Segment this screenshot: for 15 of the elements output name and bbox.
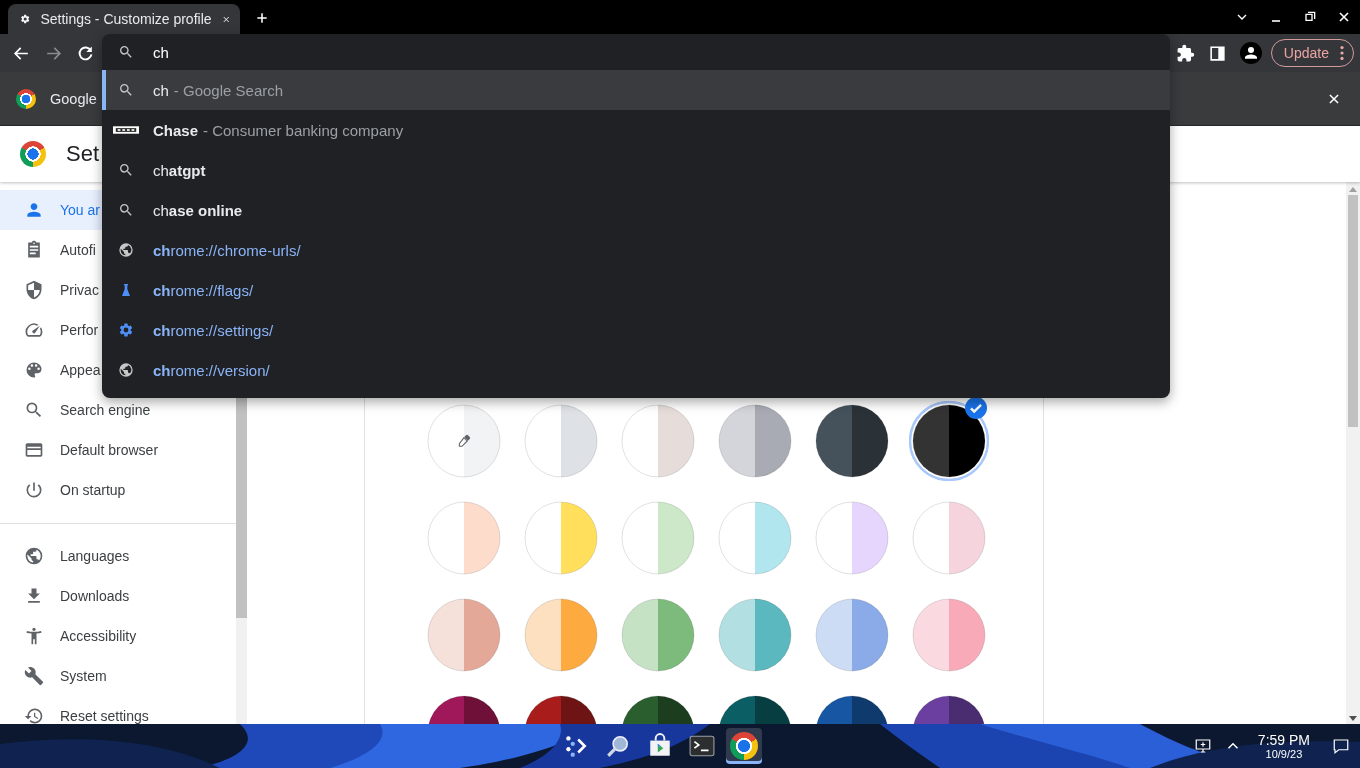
suggestion-url: chrome://chrome-urls/ [153,241,301,259]
tab-title: Settings - Customize profile [40,11,212,27]
clock-date: 10/9/23 [1265,748,1303,760]
clock-time: 7:59 PM [1257,732,1310,748]
suggestion-text: ch [153,81,169,99]
infobar-text: Google [50,90,97,107]
suggestion-text: Chase [153,121,199,139]
suggestion-text: chase online [153,201,243,219]
suggestion-url: chrome://settings/ [153,321,274,339]
suggestion-url: chrome://flags/ [153,281,254,299]
page-title: Set [66,141,100,167]
suggestion-text: chatgpt [153,161,206,179]
suggestion-description: - Consumer banking company [203,121,404,139]
suggestion-description: - Google Search [173,81,284,99]
suggestion-url: chrome://version/ [153,361,270,379]
